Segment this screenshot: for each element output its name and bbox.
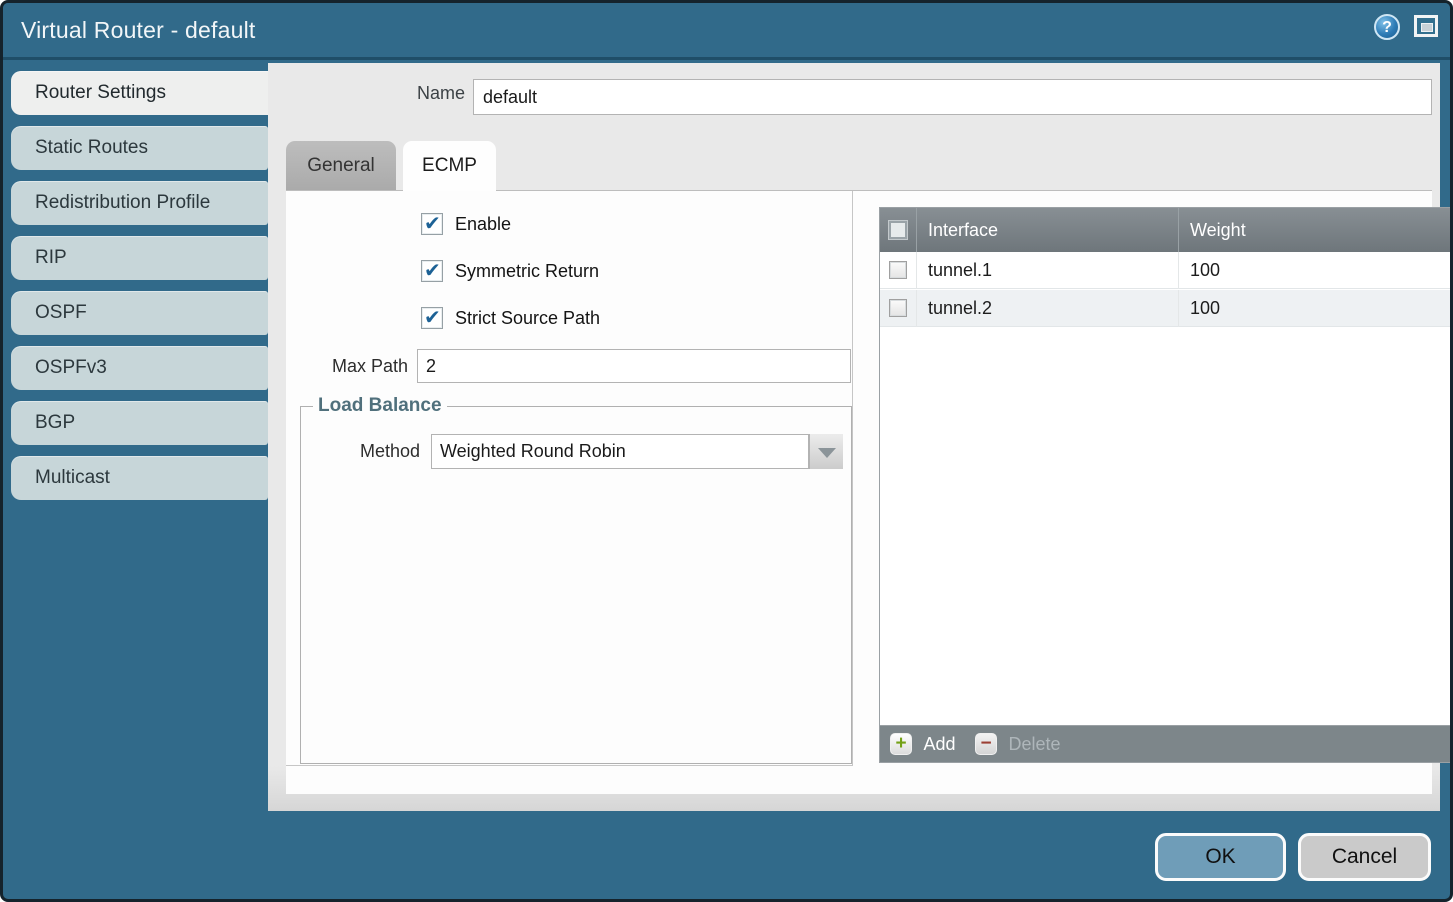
virtual-router-dialog: Virtual Router - default ? Router Settin…	[0, 0, 1453, 902]
delete-minus-icon: −	[975, 733, 997, 755]
method-combobox	[431, 434, 843, 469]
sidebar-item-static-routes[interactable]: Static Routes	[11, 126, 268, 170]
sidebar-item-bgp[interactable]: BGP	[11, 401, 268, 445]
table-header: Interface Weight	[880, 208, 1450, 252]
method-input[interactable]	[431, 434, 809, 469]
enable-checkbox[interactable]	[421, 213, 443, 235]
sidebar-item-ospfv3[interactable]: OSPFv3	[11, 346, 268, 390]
header-checkbox-cell	[880, 208, 916, 252]
ok-button[interactable]: OK	[1155, 833, 1286, 881]
help-icon[interactable]: ?	[1374, 14, 1400, 40]
load-balance-legend: Load Balance	[313, 395, 447, 417]
method-label: Method	[317, 441, 420, 462]
cell-interface: tunnel.2	[916, 290, 1178, 327]
select-all-checkbox[interactable]	[888, 220, 908, 240]
strict-source-path-label: Strict Source Path	[455, 308, 600, 329]
max-path-label: Max Path	[286, 356, 408, 377]
row-checkbox[interactable]	[889, 261, 907, 279]
cell-interface: tunnel.1	[916, 252, 1178, 289]
content-area: Name General ECMP Enable Symmetric Retur…	[268, 63, 1440, 811]
table-footer: + Add − Delete	[880, 725, 1450, 762]
max-path-input[interactable]	[417, 349, 851, 383]
tab-ecmp[interactable]: ECMP	[403, 141, 496, 191]
sidebar-item-router-settings[interactable]: Router Settings	[11, 71, 268, 115]
minimize-icon[interactable]	[1414, 15, 1438, 37]
tab-general[interactable]: General	[286, 141, 396, 191]
enable-label: Enable	[455, 214, 511, 235]
cancel-button[interactable]: Cancel	[1298, 833, 1431, 881]
add-button[interactable]: + Add	[890, 733, 955, 757]
delete-button[interactable]: − Delete	[975, 733, 1060, 757]
strict-source-path-checkbox[interactable]	[421, 307, 443, 329]
delete-label: Delete	[1008, 734, 1060, 755]
cell-weight: 100	[1178, 252, 1451, 289]
table-row[interactable]: tunnel.2 100	[880, 290, 1450, 327]
sidebar-item-redistribution-profile[interactable]: Redistribution Profile	[11, 181, 268, 225]
interface-table: Interface Weight tunnel.1 100 tunnel.2 1…	[879, 207, 1451, 763]
name-input[interactable]	[473, 79, 1432, 115]
symmetric-return-label: Symmetric Return	[455, 261, 599, 282]
title-bar: Virtual Router - default ?	[3, 3, 1450, 60]
add-label: Add	[923, 734, 955, 755]
name-label: Name	[268, 83, 465, 104]
ecmp-panel: Enable Symmetric Return Strict Source Pa…	[286, 190, 1432, 794]
dialog-title: Virtual Router - default	[21, 17, 256, 44]
ecmp-settings-pane: Enable Symmetric Return Strict Source Pa…	[286, 191, 853, 766]
load-balance-fieldset: Load Balance Method	[300, 406, 852, 764]
method-dropdown-button[interactable]	[809, 434, 843, 469]
sidebar-item-ospf[interactable]: OSPF	[11, 291, 268, 335]
table-row[interactable]: tunnel.1 100	[880, 252, 1450, 289]
add-plus-icon: +	[890, 733, 912, 755]
sidebar-item-multicast[interactable]: Multicast	[11, 456, 268, 500]
column-header-interface[interactable]: Interface	[916, 208, 1178, 252]
sidebar-item-rip[interactable]: RIP	[11, 236, 268, 280]
symmetric-return-checkbox[interactable]	[421, 260, 443, 282]
column-header-weight[interactable]: Weight	[1178, 208, 1451, 252]
row-checkbox[interactable]	[889, 299, 907, 317]
cell-weight: 100	[1178, 290, 1451, 327]
